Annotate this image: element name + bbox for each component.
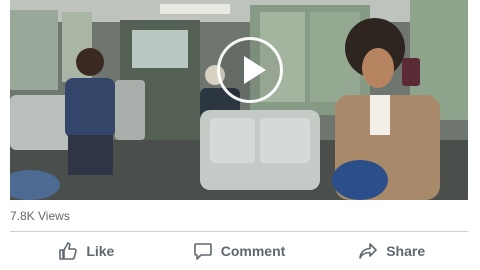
comment-label: Comment bbox=[220, 243, 286, 259]
like-icon bbox=[59, 242, 78, 260]
action-bar: Like Comment Share bbox=[10, 232, 468, 270]
play-button[interactable] bbox=[217, 37, 283, 103]
share-button[interactable]: Share bbox=[315, 232, 468, 270]
like-button[interactable]: Like bbox=[10, 232, 163, 270]
share-label: Share bbox=[386, 243, 426, 259]
comment-icon bbox=[193, 243, 212, 260]
share-icon bbox=[359, 243, 378, 259]
comment-button[interactable]: Comment bbox=[163, 232, 316, 270]
like-label: Like bbox=[86, 243, 115, 259]
view-count: 7.8K Views bbox=[10, 209, 70, 223]
video-player[interactable] bbox=[10, 0, 468, 200]
play-icon bbox=[244, 56, 266, 84]
